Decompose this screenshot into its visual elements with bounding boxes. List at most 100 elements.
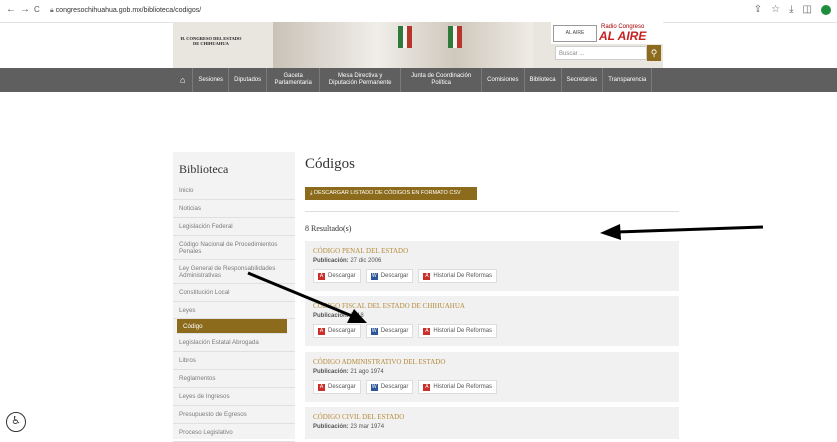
site-logo[interactable]: H. CONGRESO DEL ESTADO DE CHIHUAHUA	[179, 36, 243, 46]
sidebar-item-libros[interactable]: Libros	[173, 352, 295, 370]
library-sidebar: Biblioteca Inicio Noticias Legislación F…	[173, 152, 295, 442]
pub-label: Publicación:	[313, 424, 349, 430]
nav-diputados[interactable]: Diputados	[229, 68, 268, 92]
pub-date: 21 ago 1974	[350, 369, 384, 375]
search-input[interactable]: Buscar ...	[555, 46, 647, 60]
star-icon[interactable]: ☆	[771, 4, 780, 15]
logo-line-2: DE CHIHUAHUA	[193, 41, 229, 46]
search-button[interactable]: ⚲	[647, 45, 661, 61]
publication-date: Publicación: 27 dic 2006	[313, 258, 381, 264]
download-word-button[interactable]: W Descargar	[365, 380, 414, 394]
code-title[interactable]: CÓDIGO FISCAL DEL ESTADO DE CHIHUAHUA	[313, 302, 465, 310]
list-item: CÓDIGO ADMINISTRATIVO DEL ESTADO Publica…	[305, 352, 679, 402]
pdf-icon: A	[423, 327, 431, 335]
button-label: Descargar	[380, 384, 409, 390]
publication-date: Publicación: 23 mar 1974	[313, 424, 384, 430]
pdf-icon: A	[318, 327, 325, 335]
url-text: congresochihuahua.gob.mx/biblioteca/codi…	[55, 7, 202, 14]
radio-congreso-banner[interactable]: AL AIRE Radio Congreso AL AIRE	[551, 22, 663, 44]
download-pdf-button[interactable]: A Descargar	[313, 324, 361, 338]
divider	[305, 211, 679, 212]
code-title[interactable]: CÓDIGO CIVIL DEL ESTADO	[313, 413, 404, 421]
sidebar-item-leyes[interactable]: Leyes	[173, 302, 295, 319]
download-pdf-button[interactable]: A Descargar	[313, 380, 361, 394]
reform-history-button[interactable]: A Historial De Reformas	[418, 380, 498, 394]
pub-date: 2018	[350, 313, 364, 319]
publication-date: Publicación: 21 ago 1974	[313, 369, 384, 375]
back-icon[interactable]: ←	[6, 4, 16, 15]
nav-sesiones[interactable]: Sesiones	[193, 68, 230, 92]
button-label: Descargar	[328, 328, 356, 334]
nav-transparencia[interactable]: Transparencia	[603, 68, 653, 92]
arrow-to-results	[600, 224, 764, 240]
sidebar-item-codigo[interactable]: Código	[177, 319, 287, 334]
download-csv-button[interactable]: ⤓ DESCARGAR LISTADO DE CÓDIGOS EN FORMAT…	[305, 187, 477, 200]
radio-logo: AL AIRE	[553, 25, 597, 42]
list-item: CÓDIGO FISCAL DEL ESTADO DE CHIHUAHUA Pu…	[305, 296, 679, 346]
sidebar-item-leyes-ingresos[interactable]: Leyes de Ingresos	[173, 388, 295, 406]
word-icon: W	[370, 327, 378, 335]
sidebar-item-constitucion-local[interactable]: Constitución Local	[173, 284, 295, 302]
pub-label: Publicación:	[313, 258, 349, 264]
download-icon[interactable]: ⤓	[789, 4, 793, 15]
pdf-icon: A	[423, 383, 431, 391]
button-label: Historial De Reformas	[433, 384, 493, 390]
nav-comisiones[interactable]: Comisiones	[482, 68, 525, 92]
nav-mesa-directiva[interactable]: Mesa Directiva y Diputación Permanente	[320, 68, 402, 92]
sidebar-item-presupuesto[interactable]: Presupuesto de Egresos	[173, 406, 295, 424]
sidebar-icon[interactable]: ◫	[803, 4, 812, 15]
pub-label: Publicación:	[313, 313, 349, 319]
list-item: CÓDIGO CIVIL DEL ESTADO Publicación: 23 …	[305, 407, 679, 439]
list-item: CÓDIGO PENAL DEL ESTADO Publicación: 27 …	[305, 241, 679, 291]
pub-date: 23 mar 1974	[350, 424, 385, 430]
sidebar-item-ley-general[interactable]: Ley General de Responsabilidades Adminis…	[173, 260, 295, 284]
page-title: Códigos	[305, 156, 356, 172]
button-label: Descargar	[328, 384, 356, 390]
sidebar-item-codigo-nacional[interactable]: Código Nacional de Procedimientos Penale…	[173, 236, 295, 260]
main-navigation: ⌂ Sesiones Diputados Gaceta Parlamentari…	[0, 68, 837, 92]
sidebar-item-reglamentos[interactable]: Reglamentos	[173, 370, 295, 388]
sidebar-title: Biblioteca	[179, 162, 229, 176]
word-icon: W	[370, 383, 378, 391]
button-label: Descargar	[380, 273, 409, 279]
reform-history-button[interactable]: A Historial De Reformas	[418, 269, 498, 283]
nav-junta[interactable]: Junta de Coordinación Política	[401, 68, 483, 92]
sidebar-item-inicio[interactable]: Inicio	[173, 182, 295, 200]
flag-icon	[398, 26, 412, 48]
button-label: Descargar	[380, 328, 409, 334]
nav-biblioteca[interactable]: Biblioteca	[525, 68, 562, 92]
pdf-icon: A	[318, 383, 325, 391]
sidebar-item-legislacion-abrogada[interactable]: Legislación Estatal Abrogada	[173, 334, 295, 352]
profile-icon[interactable]	[821, 4, 831, 15]
nav-gaceta[interactable]: Gaceta Parlamentaria	[267, 68, 321, 92]
accessibility-icon[interactable]: ♿︎	[6, 412, 26, 432]
browser-toolbar: ← → C 🔒︎ congresochihuahua.gob.mx/biblio…	[0, 0, 837, 23]
home-icon[interactable]: ⌂	[173, 68, 194, 92]
download-word-button[interactable]: W Descargar	[365, 269, 414, 283]
share-icon[interactable]: ⇪	[754, 4, 762, 15]
button-label: Historial De Reformas	[433, 328, 493, 334]
reform-history-button[interactable]: A Historial De Reformas	[418, 324, 498, 338]
button-label: Descargar	[328, 273, 356, 279]
code-title[interactable]: CÓDIGO ADMINISTRATIVO DEL ESTADO	[313, 358, 445, 366]
pub-label: Publicación:	[313, 369, 349, 375]
pdf-icon: A	[423, 272, 431, 280]
radio-name: AL AIRE	[599, 29, 647, 43]
download-pdf-button[interactable]: A Descargar	[313, 269, 361, 283]
pub-date: 27 dic 2006	[350, 258, 382, 264]
code-title[interactable]: CÓDIGO PENAL DEL ESTADO	[313, 247, 408, 255]
nav-secretarias[interactable]: Secretarías	[562, 68, 604, 92]
sidebar-item-noticias[interactable]: Noticias	[173, 200, 295, 218]
download-word-button[interactable]: W Descargar	[365, 324, 414, 338]
results-count: 8 Resultado(s)	[305, 224, 352, 233]
word-icon: W	[370, 272, 378, 280]
csv-button-label: DESCARGAR LISTADO DE CÓDIGOS EN FORMATO …	[313, 190, 461, 196]
button-label: Historial De Reformas	[433, 273, 493, 279]
sidebar-item-legislacion-federal[interactable]: Legislación Federal	[173, 218, 295, 236]
address-bar[interactable]: 🔒︎ congresochihuahua.gob.mx/biblioteca/c…	[50, 4, 740, 17]
reload-icon[interactable]: C	[34, 5, 40, 14]
forward-icon[interactable]: →	[20, 4, 30, 15]
pdf-icon: A	[318, 272, 325, 280]
sidebar-menu: Inicio Noticias Legislación Federal Códi…	[173, 182, 295, 442]
sidebar-item-proceso-legislativo[interactable]: Proceso Legislativo	[173, 424, 295, 442]
